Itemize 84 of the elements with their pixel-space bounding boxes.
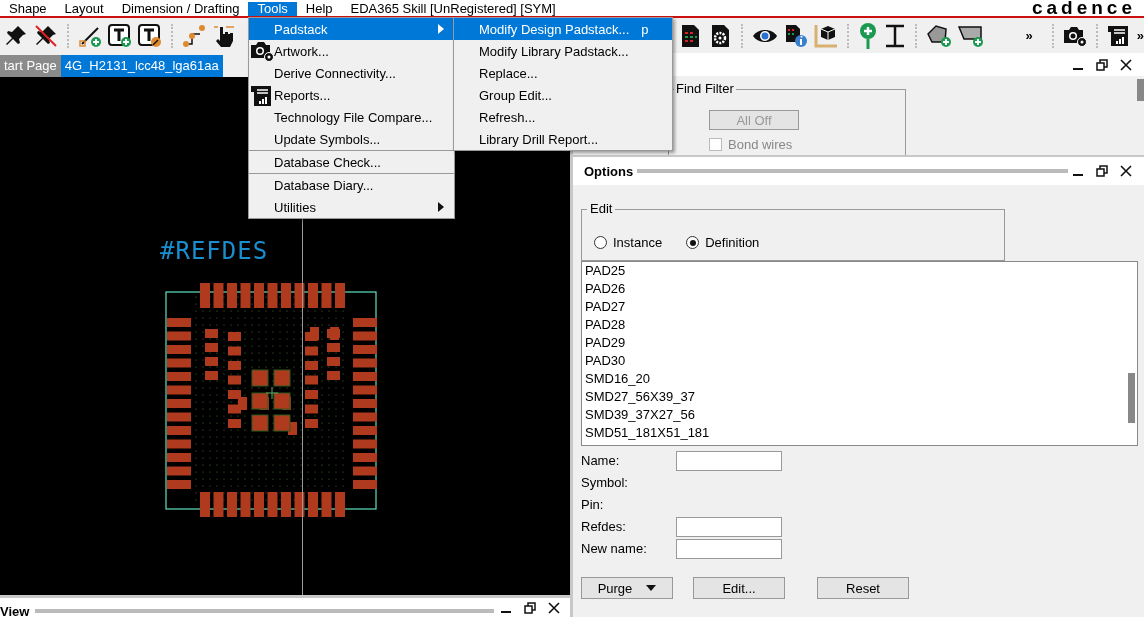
field-label: Refdes: [581,518,627,536]
menu-item[interactable]: Shape [0,2,56,16]
radio-label: Definition [705,235,760,250]
shortcut-key: p [641,21,649,37]
radio-label: Instance [613,235,663,250]
list-item[interactable]: PAD25 [582,262,1137,280]
group-title: Edit [587,201,616,216]
scrollbar-thumb[interactable] [1137,79,1144,101]
overflow-button[interactable]: » [1025,28,1033,43]
list-item[interactable]: SMD27_56X39_37 [582,388,1137,406]
input-field[interactable] [676,539,782,559]
logo: cadence [1031,0,1136,16]
input-field[interactable] [676,451,782,471]
pushpin-icon[interactable] [4,23,28,48]
input-field[interactable] [676,517,782,537]
path-nodes-icon[interactable] [182,23,206,48]
menu-item[interactable]: Update Symbols... [249,128,454,150]
menu-item[interactable]: Technology File Compare... [249,106,454,128]
document-tab[interactable]: 4G_H2131_lcc48_lga61aa [60,55,223,77]
field-label: Pin: [581,496,605,514]
rectangle-add-icon[interactable] [957,23,984,48]
edit-button[interactable]: Edit... [693,577,785,599]
restore-icon[interactable] [524,601,536,614]
group-title: Find Filter [674,81,736,96]
restore-icon[interactable] [1096,165,1108,177]
list-item[interactable]: PAD27 [582,298,1137,316]
radio-button[interactable] [594,236,607,249]
submenu-arrow-icon [438,24,444,34]
menu-item[interactable]: Tools [248,2,297,16]
field-label: Symbol: [581,474,629,492]
list-item[interactable]: PAD30 [582,352,1137,370]
overflow-button[interactable]: » [1136,28,1144,43]
restore-icon[interactable] [1096,58,1108,71]
list-item[interactable]: PAD28 [582,316,1137,334]
menu-item[interactable]: Artwork... [249,40,454,62]
list-item[interactable]: PAD29 [582,334,1137,352]
panel-title: Options [584,163,634,179]
list-item[interactable]: SMD39_37X27_56 [582,406,1137,424]
list-item[interactable]: SMD16_20 [582,370,1137,388]
purge-button[interactable]: Purge [581,577,673,599]
ibeam-icon[interactable] [883,23,906,48]
close-icon[interactable] [1120,165,1132,177]
list-item[interactable]: PAD26 [582,280,1137,298]
panel-title: View [0,603,30,617]
menu-item[interactable]: Database Diary... [249,173,454,196]
report-icon [250,84,274,108]
menu-item[interactable]: Layout [55,2,113,16]
menu-item[interactable]: Modify Design Padstack... p [454,18,672,40]
submenu-arrow-icon [438,202,444,212]
field-label: New name: [581,540,648,558]
menu-item[interactable]: Refresh... [454,106,672,128]
menu-item[interactable]: Library Drill Report... [454,128,672,150]
reset-button[interactable]: Reset [817,577,909,599]
menu-item[interactable]: Dimension / Drafting [112,2,249,16]
camera-gear-icon[interactable] [1062,24,1087,47]
menu-item[interactable]: Replace... [454,62,672,84]
caret-icon [646,585,657,591]
cube-icon[interactable] [813,23,838,48]
list-item[interactable]: SMD51_181X51_181 [582,424,1137,442]
document-info-icon[interactable] [783,23,808,48]
camera-gear-icon [250,40,274,62]
field-label: Name: [581,452,621,470]
scrollbar-thumb[interactable] [1128,373,1135,423]
text-edit-icon[interactable] [138,23,162,48]
menu-item[interactable]: EDA365 Skill [UnRegistered] [SYM] [341,2,565,16]
menu-item[interactable]: Utilities [249,196,454,218]
checkbox-label: Bond wires [728,137,793,152]
radio-button[interactable] [686,236,700,249]
menu-item[interactable]: Padstack [249,18,454,40]
close-icon[interactable] [1120,58,1132,71]
menu-item[interactable]: Group Edit... [454,84,672,106]
pushpin-crossed-icon[interactable] [34,23,58,48]
menu-item[interactable]: Derive Connectivity... [249,62,454,84]
menu-item[interactable]: Database Check... [249,150,454,173]
refdes-label: #REFDES [160,237,269,265]
close-icon[interactable] [548,601,560,614]
polygon-add-icon[interactable] [925,23,952,48]
hand-icon[interactable] [212,23,236,48]
report-icon[interactable] [1106,23,1131,48]
text-add-icon[interactable] [108,23,132,48]
menu-item[interactable]: Reports... [249,84,454,106]
menu-item[interactable]: Help [296,2,342,16]
map-pin-plus-icon[interactable] [857,22,878,49]
menu-item[interactable]: Modify Library Padstack... [454,40,672,62]
